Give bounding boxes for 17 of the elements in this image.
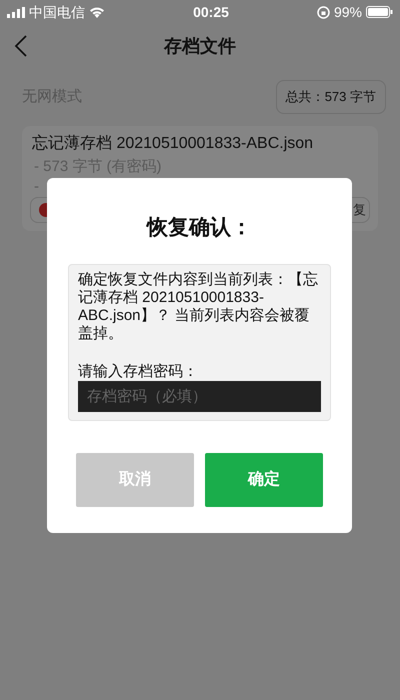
battery-percent: 99% — [334, 2, 362, 22]
page-title: 存档文件 — [164, 34, 236, 58]
rotation-lock-icon — [316, 6, 330, 18]
carrier-name: 中国电信 — [29, 2, 85, 22]
back-icon[interactable] — [14, 35, 28, 57]
confirm-button[interactable]: 确定 — [205, 453, 323, 507]
clock-time: 00:25 — [193, 2, 229, 22]
password-field[interactable]: 存档密码（必填） — [78, 380, 321, 412]
signal-icon — [7, 6, 25, 18]
dialog-message: 确定恢复文件内容到当前列表：【忘记薄存档 20210510001833-ABC.json】？ 当前列表内容会被覆盖掉。 — [78, 270, 319, 342]
total-size-badge: 总共：573 字节 — [276, 80, 386, 114]
wifi-icon — [89, 6, 105, 18]
file-name: 忘记薄存档 20210510001833-ABC.json — [32, 133, 314, 154]
dialog-title: 恢复确认： — [147, 215, 252, 241]
password-label: 请输入存档密码： — [78, 362, 199, 380]
file-detail: - — [33, 178, 40, 196]
battery-icon — [366, 6, 393, 18]
